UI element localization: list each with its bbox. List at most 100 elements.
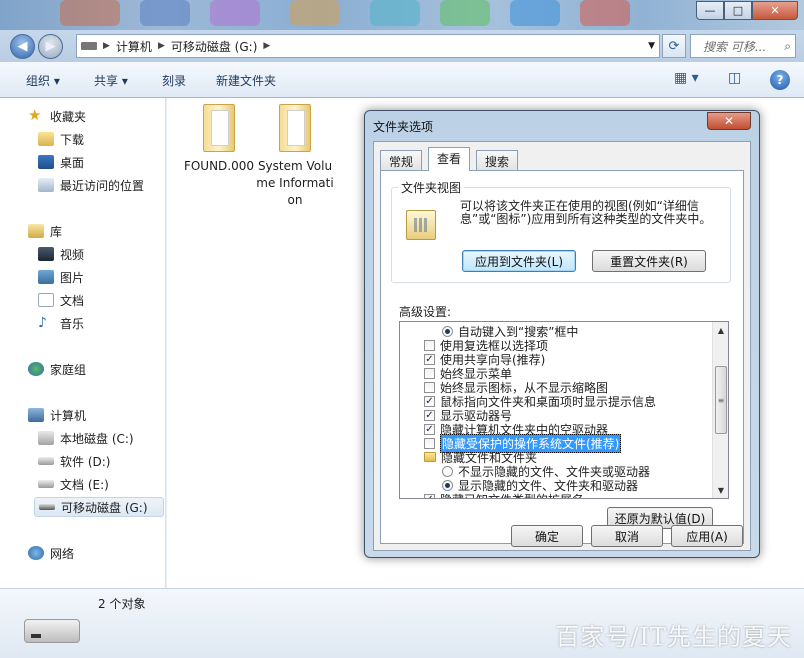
video-icon [38,247,54,261]
tab-view[interactable]: 查看 [428,147,471,171]
nav-drive-c[interactable]: 本地磁盘 (C:) [38,428,134,448]
nav-downloads[interactable]: 下载 [38,129,84,149]
search-input[interactable]: 搜索 可移... ⌕ [690,34,796,58]
settings-scrollbar[interactable]: ▲ ≡ ▼ [712,322,728,498]
maximize-button[interactable]: □ [724,1,752,20]
checkbox[interactable] [424,381,435,393]
nav-recent[interactable]: 最近访问的位置 [38,175,144,195]
breadcrumb-separator-icon[interactable]: ▶ [158,41,165,51]
checkbox[interactable] [424,437,435,449]
file-name: FOUND.000 [183,159,255,173]
homegroup-icon [28,362,44,376]
nav-label: 文档 (E:) [60,477,109,492]
documents-icon [38,293,54,307]
minimize-button[interactable]: — [696,1,724,20]
item-count: 2 个对象 [98,597,146,611]
pictures-icon [38,270,54,284]
preview-pane-icon[interactable]: ◫ [728,70,741,86]
nav-label: 软件 (D:) [60,454,111,469]
radio-button[interactable] [442,479,453,491]
nav-label: 本地磁盘 (C:) [60,431,134,446]
apply-button[interactable]: 应用(A) [671,525,743,547]
forward-button[interactable]: ▶ [38,34,63,59]
organize-menu[interactable]: 组织 ▾ [26,72,60,89]
scroll-thumb[interactable]: ≡ [715,366,727,434]
ok-button[interactable]: 确定 [511,525,583,547]
view-options-icon[interactable]: ▦ ▾ [674,70,699,86]
refresh-button[interactable]: ⟳ [662,34,686,58]
nav-drive-e[interactable]: 文档 (E:) [38,474,109,494]
blurred-taskbar-icon [370,0,420,26]
radio-button[interactable] [442,325,453,337]
back-button[interactable]: ◀ [10,34,35,59]
tab-search[interactable]: 搜索 [476,150,519,170]
setting-row[interactable]: ✓ 隐藏已知文件类型的扩展名 [424,492,584,498]
library-icon [28,224,44,238]
nav-label: 视频 [60,247,85,262]
dialog-close-button[interactable]: ✕ [707,112,751,130]
reset-folders-button[interactable]: 重置文件夹(R) [592,250,706,272]
advanced-settings-list[interactable]: 自动键入到“搜索”框中 使用复选框以选择项 ✓ 使用共享向导(推荐) 始终显示菜单 始终显… [399,321,729,499]
help-button[interactable]: ? [770,70,790,90]
address-bar[interactable]: ▶ 计算机 ▶ 可移动磁盘 (G:) ▶ ▼ [76,34,660,58]
nav-label: 下载 [60,132,85,147]
checkbox[interactable]: ✓ [424,493,435,498]
new-folder-button[interactable]: 新建文件夹 [216,72,276,89]
checkbox[interactable]: ✓ [424,353,435,365]
checkbox[interactable] [424,367,435,379]
nav-label: 收藏夹 [50,109,87,124]
arrow-left-icon: ◀ [17,39,28,54]
apply-to-folders-button[interactable]: 应用到文件夹(L) [462,250,576,272]
search-placeholder: 搜索 可移... [703,39,767,54]
checkbox[interactable] [424,339,435,351]
navigation-pane: ★ 收藏夹 下载 桌面 最近访问的位置 库 视频 图片 文档 ♪ 音乐 家庭组 … [0,98,166,588]
tab-general[interactable]: 常规 [380,150,423,170]
share-menu[interactable]: 共享 ▾ [94,72,128,89]
blurred-taskbar-icon [510,0,560,26]
nav-drive-d[interactable]: 软件 (D:) [38,451,110,471]
nav-computer[interactable]: 计算机 [28,405,86,425]
file-name: System Volume Information [256,159,334,207]
nav-label: 桌面 [60,155,85,170]
breadcrumb-computer[interactable]: 计算机 [116,38,152,55]
network-icon [28,546,44,560]
search-icon: ⌕ [784,38,791,53]
breadcrumb-separator-icon[interactable]: ▶ [263,41,270,51]
group-description: 可以将该文件夹正在使用的视图(例如“详细信息”或“图标”)应用到所有这种类型的文… [460,199,712,226]
nav-music[interactable]: ♪ 音乐 [38,313,84,333]
nav-desktop[interactable]: 桌面 [38,152,84,172]
nav-label: 最近访问的位置 [60,178,145,193]
folder-view-icon [406,210,436,240]
file-item-system-volume-information[interactable]: System Volume Information [255,104,335,209]
checkbox[interactable]: ✓ [424,395,435,407]
nav-network[interactable]: 网络 [28,543,74,563]
cancel-button[interactable]: 取消 [591,525,663,547]
burn-button[interactable]: 刻录 [162,72,186,89]
nav-homegroup[interactable]: 家庭组 [28,359,86,379]
removable-drive-icon [24,619,80,643]
breadcrumb-drive-g[interactable]: 可移动磁盘 (G:) [171,38,258,55]
radio-button[interactable] [442,465,453,477]
nav-videos[interactable]: 视频 [38,244,84,264]
nav-pictures[interactable]: 图片 [38,267,84,287]
nav-label: 图片 [60,270,85,285]
nav-label: 家庭组 [50,362,87,377]
downloads-folder-icon [38,132,54,146]
nav-drive-g[interactable]: 可移动磁盘 (G:) [34,497,164,517]
close-button[interactable]: ✕ [752,1,798,20]
address-dropdown-icon[interactable]: ▼ [648,41,655,51]
blurred-taskbar-icon [290,0,340,26]
arrow-right-icon: ▶ [45,39,56,54]
removable-drive-icon [39,504,55,510]
desktop-icon [38,155,54,169]
group-title: 文件夹视图 [398,179,465,196]
nav-favorites[interactable]: ★ 收藏夹 [28,106,86,126]
scroll-down-icon[interactable]: ▼ [713,482,728,498]
checkbox[interactable]: ✓ [424,423,435,435]
breadcrumb-separator-icon[interactable]: ▶ [103,41,110,51]
nav-documents[interactable]: 文档 [38,290,84,310]
checkbox[interactable]: ✓ [424,409,435,421]
nav-libraries[interactable]: 库 [28,221,62,241]
scroll-up-icon[interactable]: ▲ [713,322,728,338]
file-item-found000[interactable]: FOUND.000 [179,104,259,175]
